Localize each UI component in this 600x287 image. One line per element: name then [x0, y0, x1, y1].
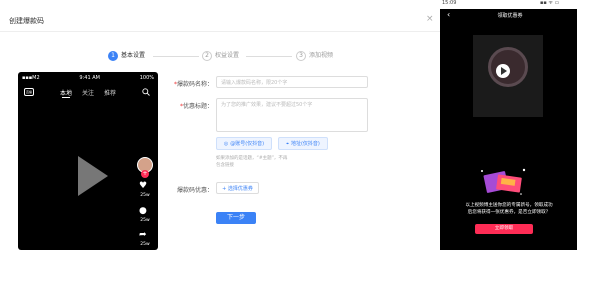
- step-3-number: 3: [296, 51, 306, 61]
- address-chip-button[interactable]: ⌖ 地址(仅抖音): [278, 137, 328, 150]
- step-connector: [153, 56, 199, 57]
- step-connector: [246, 56, 292, 57]
- active-tab-underline: [62, 97, 70, 98]
- heart-icon: ♥: [139, 181, 148, 191]
- desc-label: *优惠标题：: [179, 103, 213, 110]
- close-icon[interactable]: ×: [426, 15, 434, 24]
- dialog-title: 创建爆款码: [9, 17, 44, 25]
- step-2-label: 权益设置: [215, 52, 240, 59]
- step-1-number: 1: [108, 51, 118, 61]
- play-icon: [78, 156, 108, 196]
- phone-status-bar: ▪▪▪M2 9:41 AM 100%: [22, 75, 154, 81]
- comment-icon: ●: [139, 206, 147, 216]
- phone-time: 9:41 AM: [79, 75, 100, 81]
- battery-text: 100%: [139, 75, 154, 81]
- back-arrow-icon[interactable]: ‹: [447, 10, 450, 19]
- hint-text: 如果添加的是话题，“#主题”，不再 包含链接: [216, 156, 288, 168]
- comment-count: 25w: [140, 218, 150, 223]
- preview-play-icon: [501, 67, 507, 75]
- phone-tab-local: 本地: [60, 90, 73, 97]
- claim-now-button[interactable]: 立即领取: [475, 224, 533, 234]
- coupon-label: 爆款码优惠：: [176, 187, 213, 194]
- select-coupon-button[interactable]: + 选择优惠券: [216, 182, 259, 194]
- step-1-label: 基本设置: [121, 52, 146, 59]
- share-count: 25w: [140, 242, 150, 247]
- live-logo-icon: 直播: [24, 88, 34, 96]
- name-label: *爆款码名称：: [173, 81, 213, 88]
- preview-description: 以上视频博主送你您的专属新号，领取成功 后您将获得一张优惠券，是否立即领取？: [465, 203, 553, 215]
- preview-title: 领取优惠券: [497, 13, 523, 19]
- at-icon: ◎: [223, 140, 229, 147]
- search-icon: [142, 88, 150, 96]
- follow-plus-icon: +: [141, 170, 149, 178]
- header-divider: [0, 31, 440, 32]
- share-icon: ➦: [139, 230, 147, 240]
- account-chip-button[interactable]: ◎ @账号(仅抖音): [216, 137, 272, 150]
- carrier-text: ▪▪▪M2: [22, 75, 40, 81]
- phone-tab-recommend: 推荐: [104, 90, 117, 97]
- step-3-label: 添加视频: [309, 52, 334, 59]
- preview-status-time: 15:09: [442, 0, 457, 6]
- gift-coupon-icon: [481, 168, 526, 195]
- next-step-button[interactable]: 下一步: [216, 212, 256, 224]
- name-input[interactable]: 请输入爆款码名称，限20个字: [216, 76, 368, 88]
- step-2-number: 2: [202, 51, 212, 61]
- phone-tab-follow: 关注: [82, 90, 95, 97]
- desc-textarea[interactable]: 为了您的推广效果，建议不要超过50个字: [216, 98, 368, 132]
- location-icon: ⌖: [286, 140, 289, 147]
- preview-status-icons: ▪▪ ᯤ ▭: [540, 0, 560, 6]
- like-count: 25w: [140, 193, 150, 198]
